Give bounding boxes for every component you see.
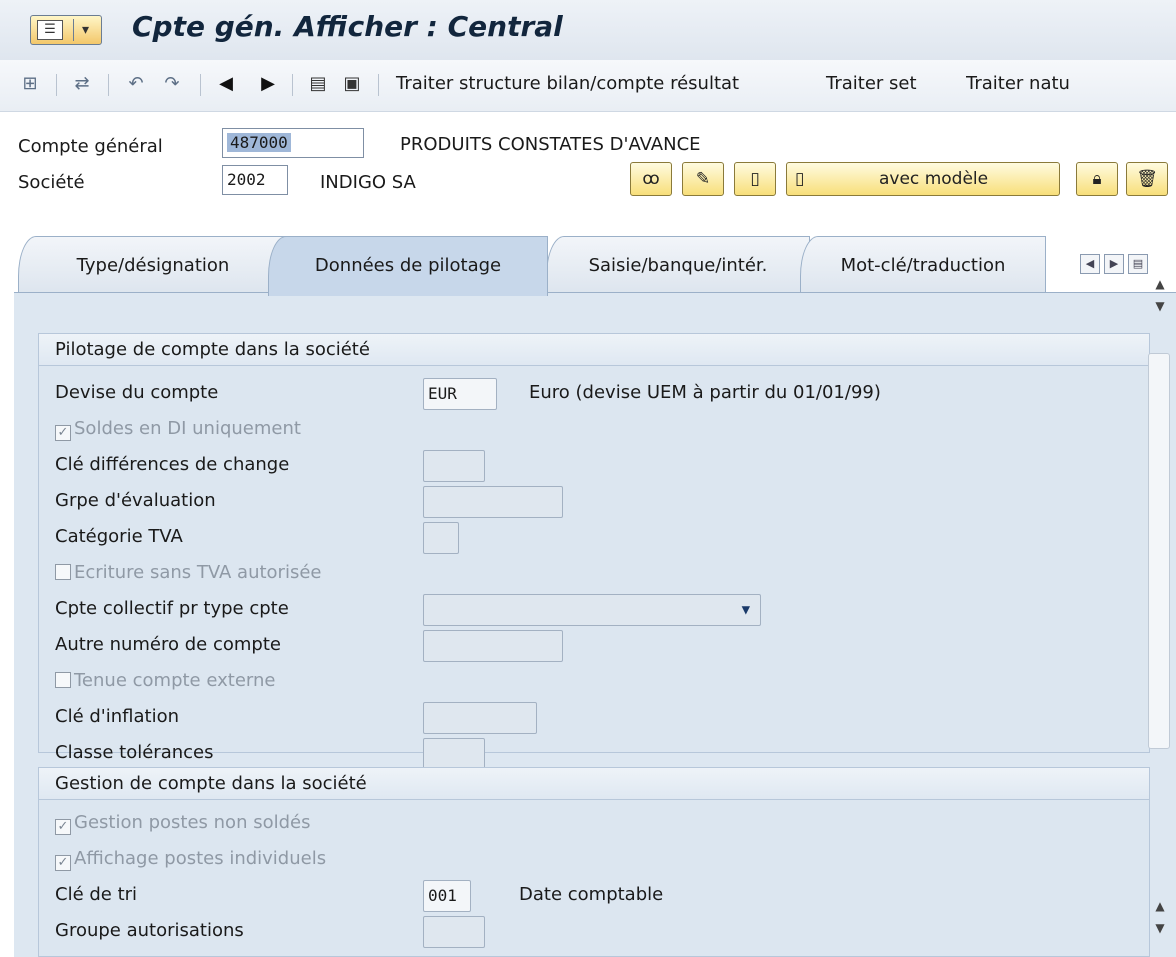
exchange-diff-label: Clé différences de change xyxy=(55,454,290,475)
account-description: PRODUITS CONSTATES D'AVANCE xyxy=(400,134,701,155)
edit-button[interactable]: ✎ xyxy=(682,162,724,196)
checkbox-unchecked-icon[interactable] xyxy=(55,564,71,580)
recon-account-dropdown[interactable]: ▼ xyxy=(423,594,761,626)
toolbar-item-set[interactable]: Traiter set xyxy=(826,73,917,94)
scroll-down-icon[interactable]: ▼ xyxy=(1150,919,1170,937)
sort-key-description: Date comptable xyxy=(519,884,664,905)
with-template-button[interactable]: ▯ avec modèle xyxy=(786,162,1060,196)
toolbar-separator xyxy=(292,74,293,96)
line-items-checkbox[interactable]: ✓ Affichage postes individuels xyxy=(55,848,326,871)
tolerance-group-label: Classe tolérances xyxy=(55,742,214,763)
currency-description: Euro (devise UEM à partir du 01/01/99) xyxy=(529,382,881,403)
window-title: Cpte gén. Afficher : Central xyxy=(132,10,563,43)
forward-nav-icon[interactable]: ↷ xyxy=(160,73,184,95)
tax-category-label: Catégorie TVA xyxy=(55,526,183,547)
balances-local-checkbox[interactable]: ✓ Soldes en DI uniquement xyxy=(55,418,301,441)
scroll-up-icon[interactable]: ▲ xyxy=(1150,275,1170,293)
checkbox-checked-icon[interactable]: ✓ xyxy=(55,819,71,835)
glasses-icon: ꝏ xyxy=(642,169,660,189)
toolbar-item-nature[interactable]: Traiter natu xyxy=(966,73,1176,94)
posting-without-tax-label: Ecriture sans TVA autorisée xyxy=(74,562,322,583)
tab-keyword-translation[interactable]: Mot-clé/traduction xyxy=(800,236,1046,294)
toolbar-separator xyxy=(56,74,57,96)
system-menu[interactable]: ☰ ▾ xyxy=(30,15,102,45)
account-value: 487000 xyxy=(227,133,291,152)
valuation-group-field[interactable] xyxy=(423,486,563,518)
inflation-key-label: Clé d'inflation xyxy=(55,706,179,727)
alt-account-label: Autre numéro de compte xyxy=(55,634,281,655)
company-description: INDIGO SA xyxy=(320,172,416,193)
account-label: Compte général xyxy=(18,136,163,157)
new-document-icon: ▯ xyxy=(795,169,805,189)
next-arrow-icon[interactable]: ▶ xyxy=(256,73,280,95)
tab-type-designation[interactable]: Type/désignation xyxy=(18,236,288,294)
group-title: Pilotage de compte dans la société xyxy=(39,334,1149,366)
company-field[interactable]: 2002 xyxy=(222,165,288,195)
tab-entry-bank-interest[interactable]: Saisie/banque/intér. xyxy=(546,236,810,294)
lock-icon: 🔒︎ xyxy=(1092,169,1102,189)
dropdown-arrow-icon[interactable]: ▾ xyxy=(73,19,97,41)
currency-label: Devise du compte xyxy=(55,382,219,403)
external-mgmt-checkbox[interactable]: Tenue compte externe xyxy=(55,670,275,691)
checkbox-unchecked-icon[interactable] xyxy=(55,672,71,688)
display-table-icon[interactable]: ▤ xyxy=(306,73,330,95)
back-nav-icon[interactable]: ↶ xyxy=(124,73,148,95)
chevron-down-icon[interactable]: ▼ xyxy=(742,595,750,625)
tolerance-group-field[interactable] xyxy=(423,738,485,770)
title-bar: ☰ ▾ Cpte gén. Afficher : Central xyxy=(0,0,1176,60)
create-button[interactable]: ▯ xyxy=(734,162,776,196)
group-title: Gestion de compte dans la société xyxy=(39,768,1149,800)
toolbar-item-balance-structure[interactable]: Traiter structure bilan/compte résultat xyxy=(396,73,739,94)
switch-icon[interactable]: ⇄ xyxy=(70,73,94,95)
open-items-label: Gestion postes non soldés xyxy=(74,812,311,833)
with-template-label: avec modèle xyxy=(879,169,989,189)
currency-field[interactable]: EUR xyxy=(423,378,497,410)
document-icon[interactable]: ▣ xyxy=(340,73,364,95)
external-mgmt-label: Tenue compte externe xyxy=(74,670,276,691)
scrollbar-thumb[interactable] xyxy=(1148,353,1170,749)
toolbar-separator xyxy=(378,74,379,96)
tab-scroll-left-icon[interactable]: ◀ xyxy=(1080,254,1100,274)
glasses-button[interactable]: ꝏ xyxy=(630,162,672,196)
sort-key-label: Clé de tri xyxy=(55,884,138,905)
open-items-checkbox[interactable]: ✓ Gestion postes non soldés xyxy=(55,812,310,835)
scroll-up-icon[interactable]: ▲ xyxy=(1150,897,1170,915)
alt-account-field[interactable] xyxy=(423,630,563,662)
tab-content: Pilotage de compte dans la société Devis… xyxy=(14,277,1176,957)
tab-strip: Type/désignation Données de pilotage Sai… xyxy=(0,236,1176,296)
menu-icon[interactable]: ☰ xyxy=(37,20,63,40)
sort-key-field[interactable]: 001 xyxy=(423,880,471,912)
posting-without-tax-checkbox[interactable]: Ecriture sans TVA autorisée xyxy=(55,562,321,583)
valuation-group-label: Grpe d'évaluation xyxy=(55,490,216,511)
scroll-down-icon[interactable]: ▼ xyxy=(1150,297,1170,315)
toolbar-separator xyxy=(200,74,201,96)
inflation-key-field[interactable] xyxy=(423,702,537,734)
tax-category-field[interactable] xyxy=(423,522,459,554)
previous-arrow-icon[interactable]: ◀ xyxy=(214,73,238,95)
delete-button[interactable]: 🗑︎ xyxy=(1126,162,1168,196)
checkbox-checked-icon[interactable]: ✓ xyxy=(55,425,71,441)
checkbox-checked-icon[interactable]: ✓ xyxy=(55,855,71,871)
balances-local-label: Soldes en DI uniquement xyxy=(74,418,301,439)
account-field[interactable]: 487000 xyxy=(222,128,364,158)
auth-group-label: Groupe autorisations xyxy=(55,920,244,941)
new-document-icon: ▯ xyxy=(750,169,760,189)
lock-button[interactable]: 🔒︎ xyxy=(1076,162,1118,196)
tab-control-data[interactable]: Données de pilotage xyxy=(268,236,548,296)
auth-group-field[interactable] xyxy=(423,916,485,948)
line-items-label: Affichage postes individuels xyxy=(74,848,327,869)
application-toolbar: ⊞ ⇄ ↶ ↷ ◀ ▶ ▤ ▣ Traiter structure bilan/… xyxy=(0,60,1176,112)
toolbar-separator xyxy=(108,74,109,96)
pencil-icon: ✎ xyxy=(695,169,711,189)
tab-scroll-right-icon[interactable]: ▶ xyxy=(1104,254,1124,274)
trash-icon: 🗑︎ xyxy=(1136,169,1158,189)
group-account-management: Gestion de compte dans la société ✓ Gesti… xyxy=(38,767,1150,957)
group-account-control: Pilotage de compte dans la société Devis… xyxy=(38,333,1150,770)
exchange-diff-field[interactable] xyxy=(423,450,485,482)
tab-list-icon[interactable]: ▤ xyxy=(1128,254,1148,274)
company-label: Société xyxy=(18,172,85,193)
recon-account-label: Cpte collectif pr type cpte xyxy=(55,598,289,619)
other-object-icon[interactable]: ⊞ xyxy=(18,73,42,95)
